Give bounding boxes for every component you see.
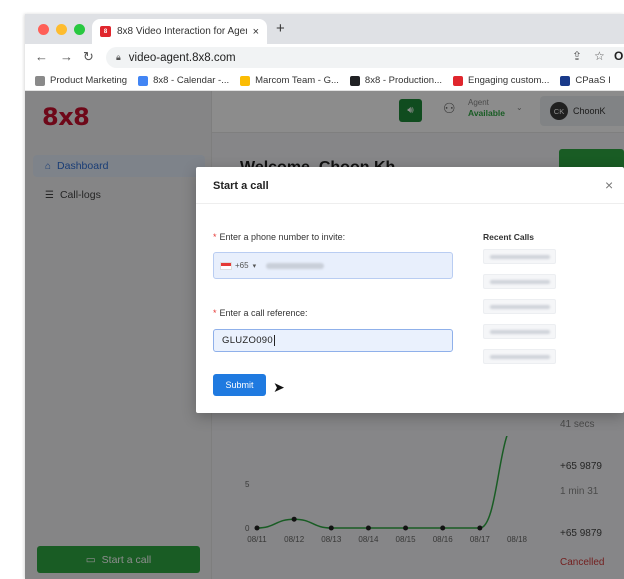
recent-call-redacted bbox=[489, 329, 550, 334]
recent-call-redacted bbox=[489, 304, 550, 309]
call-reference-input[interactable]: GLUZO090 bbox=[213, 329, 453, 352]
bookmark-icon bbox=[240, 75, 251, 86]
back-arrow-icon[interactable]: ← bbox=[35, 49, 48, 64]
bookmark-label: CPaaS I bbox=[575, 75, 611, 86]
star-icon[interactable]: ☆ bbox=[594, 49, 605, 63]
bookmark-item[interactable]: CPaaS I bbox=[560, 75, 611, 86]
recent-call-item[interactable] bbox=[483, 299, 556, 314]
recent-call-redacted bbox=[489, 279, 550, 284]
browser-window: 8 8x8 Video Interaction for Agen × + ← →… bbox=[25, 14, 624, 579]
bookmark-item[interactable]: 8x8 - Calendar -... bbox=[138, 75, 229, 86]
url-text: video-agent.8x8.com bbox=[128, 51, 236, 64]
bookmark-label: 8x8 - Calendar -... bbox=[153, 75, 230, 86]
singapore-flag-icon[interactable] bbox=[220, 261, 232, 270]
recent-call-redacted bbox=[489, 254, 550, 259]
tab-strip: 8 8x8 Video Interaction for Agen × + bbox=[25, 14, 624, 44]
lock-icon: 🔒︎ bbox=[116, 52, 121, 62]
bookmark-icon bbox=[349, 75, 360, 86]
bookmark-item[interactable]: Product Marketing bbox=[35, 75, 127, 86]
browser-toolbar: ← → ↻ 🔒︎ video-agent.8x8.com ⇪ ☆ O bbox=[25, 44, 624, 71]
tab-close-icon[interactable]: × bbox=[253, 26, 259, 38]
window-controls bbox=[38, 24, 85, 35]
submit-button[interactable]: Submit bbox=[213, 374, 266, 396]
bookmarks-bar: Product Marketing 8x8 - Calendar -... Marc… bbox=[25, 71, 624, 91]
minimize-window-button[interactable] bbox=[56, 24, 67, 35]
bookmark-icon bbox=[35, 75, 45, 86]
bookmark-icon bbox=[453, 75, 464, 86]
forward-arrow-icon[interactable]: → bbox=[60, 49, 73, 64]
favicon-8x8-icon: 8 bbox=[100, 26, 111, 37]
chevron-down-icon[interactable]: ▾ bbox=[253, 262, 257, 270]
bookmark-icon bbox=[138, 75, 149, 86]
bookmark-item[interactable]: Engaging custom... bbox=[453, 75, 549, 86]
reload-icon[interactable]: ↻ bbox=[83, 49, 94, 65]
dialog-header: Start a call × bbox=[196, 167, 624, 204]
bookmark-label: Marcom Team - G... bbox=[255, 75, 339, 86]
country-code[interactable]: +65 bbox=[235, 261, 249, 270]
maximize-window-button[interactable] bbox=[74, 24, 85, 35]
phone-input[interactable]: +65 ▾ bbox=[213, 252, 453, 279]
recent-calls-title: Recent Calls bbox=[483, 232, 535, 242]
bookmark-label: Product Marketing bbox=[50, 75, 128, 86]
bookmark-label: 8x8 - Production... bbox=[364, 75, 443, 86]
mouse-pointer-icon: ➤ bbox=[273, 379, 285, 395]
extension-icon[interactable]: O bbox=[614, 49, 623, 63]
new-tab-button[interactable]: + bbox=[276, 20, 285, 37]
bookmark-label: Engaging custom... bbox=[468, 75, 550, 86]
dialog-title: Start a call bbox=[213, 180, 269, 192]
bookmark-icon bbox=[560, 75, 571, 86]
browser-tab[interactable]: 8 8x8 Video Interaction for Agen × bbox=[92, 19, 267, 44]
close-icon[interactable]: × bbox=[605, 177, 613, 193]
recent-call-item[interactable] bbox=[483, 249, 556, 264]
recent-call-item[interactable] bbox=[483, 349, 556, 364]
text-cursor bbox=[273, 335, 275, 346]
start-call-dialog: Start a call × * Enter a phone number to … bbox=[196, 167, 624, 413]
recent-call-item[interactable] bbox=[483, 324, 556, 339]
close-window-button[interactable] bbox=[38, 24, 49, 35]
phone-field-label: * Enter a phone number to invite: bbox=[213, 232, 346, 242]
tab-title: 8x8 Video Interaction for Agen bbox=[117, 26, 247, 37]
reference-field-label: * Enter a call reference: bbox=[213, 308, 308, 318]
phone-number-redacted bbox=[266, 262, 325, 269]
bookmark-item[interactable]: 8x8 - Production... bbox=[349, 75, 443, 86]
recent-call-redacted bbox=[489, 354, 550, 359]
recent-call-item[interactable] bbox=[483, 274, 556, 289]
address-bar[interactable]: 🔒︎ video-agent.8x8.com bbox=[106, 47, 624, 68]
bookmark-item[interactable]: Marcom Team - G... bbox=[240, 75, 339, 86]
call-reference-value: GLUZO090 bbox=[222, 335, 273, 346]
share-icon[interactable]: ⇪ bbox=[572, 49, 582, 63]
